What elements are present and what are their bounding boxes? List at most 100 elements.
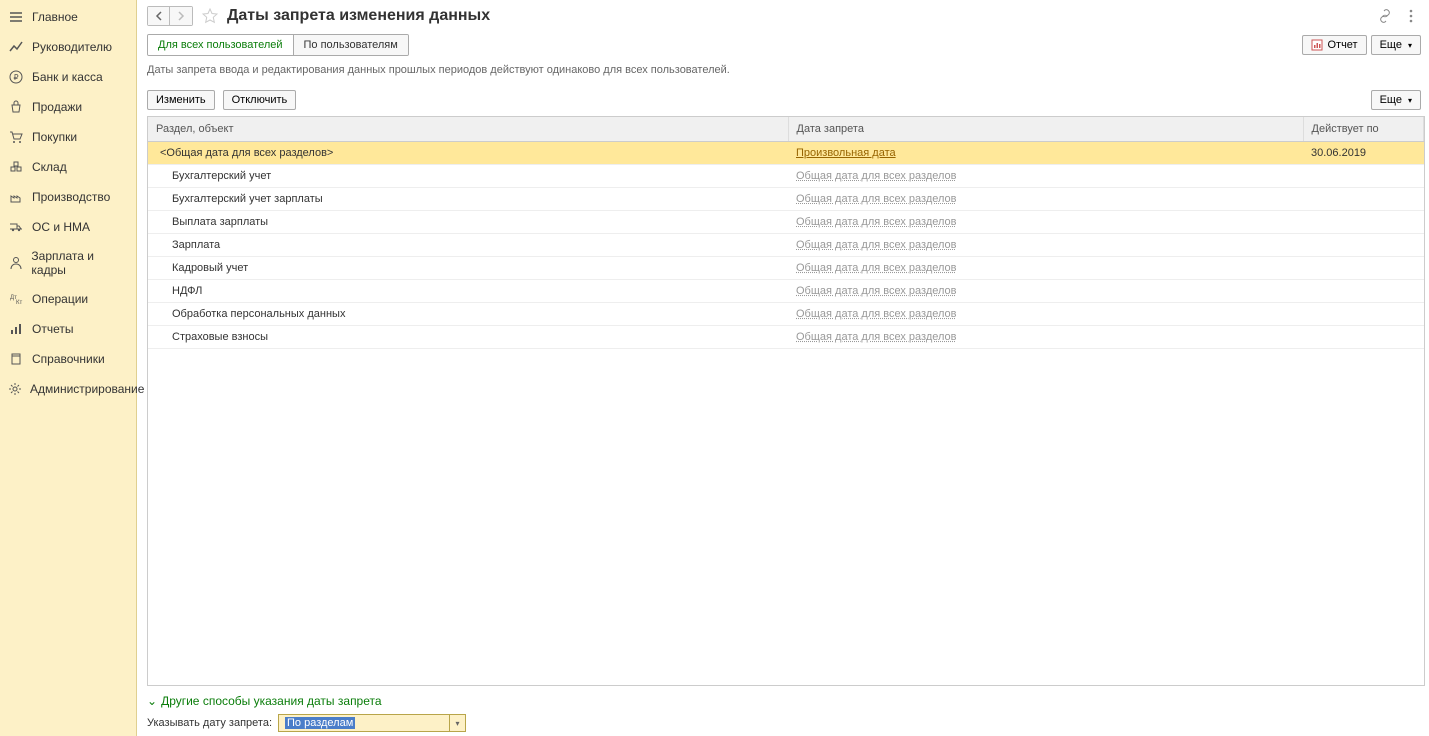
select-value: По разделам [279,715,449,731]
link-icon [1378,9,1392,23]
cell-valid [1303,326,1424,349]
book-icon [8,351,24,367]
sidebar-item-0[interactable]: Главное [0,2,136,32]
bag-icon [8,99,24,115]
disable-button[interactable]: Отключить [223,90,297,110]
cell-section: Обработка персональных данных [148,303,788,326]
collapse-toggle[interactable]: Другие способы указания даты запрета [147,694,1421,708]
column-header-section[interactable]: Раздел, объект [148,117,788,142]
cell-valid [1303,257,1424,280]
sidebar-item-label: Покупки [32,130,77,144]
chevron-down-icon[interactable]: ▾ [449,715,465,731]
sidebar-item-label: Справочники [32,352,105,366]
sidebar-item-label: Продажи [32,100,82,114]
sidebar-item-label: Банк и касса [32,70,103,84]
page-title: Даты запрета изменения данных [227,7,490,25]
table-container[interactable]: Раздел, объект Дата запрета Действует по… [147,116,1425,686]
date-link[interactable]: Общая дата для всех разделов [796,262,957,274]
date-link[interactable]: Общая дата для всех разделов [796,170,957,182]
date-link[interactable]: Произвольная дата [796,147,896,159]
gear-icon [8,381,22,397]
footer-label: Указывать дату запрета: [147,717,272,729]
more-button-top[interactable]: Еще [1371,35,1421,55]
cell-section: Бухгалтерский учет зарплаты [148,188,788,211]
tab-1[interactable]: По пользователям [294,35,408,55]
cell-valid: 30.06.2019 [1303,142,1424,165]
cell-section: Кадровый учет [148,257,788,280]
sidebar-item-5[interactable]: Склад [0,152,136,182]
sidebar-item-4[interactable]: Покупки [0,122,136,152]
menu-icon [8,9,24,25]
cell-date: Общая дата для всех разделов [788,280,1303,303]
cell-date: Общая дата для всех разделов [788,234,1303,257]
table-row[interactable]: Бухгалтерский учет Общая дата для всех ра… [148,165,1424,188]
sidebar-item-label: Администрирование [30,382,144,396]
sidebar-item-12[interactable]: Администрирование [0,374,136,404]
favorite-button[interactable] [201,7,219,25]
table-row[interactable]: Выплата зарплаты Общая дата для всех разд… [148,211,1424,234]
cell-date: Общая дата для всех разделов [788,188,1303,211]
disable-button-label: Отключить [232,94,288,106]
more-menu-button[interactable] [1401,6,1421,26]
table-row[interactable]: Бухгалтерский учет зарплаты Общая дата дл… [148,188,1424,211]
date-link[interactable]: Общая дата для всех разделов [796,331,957,343]
arrow-left-icon [154,11,164,21]
date-mode-select[interactable]: По разделам ▾ [278,714,466,732]
back-button[interactable] [148,7,170,25]
date-link[interactable]: Общая дата для всех разделов [796,193,957,205]
table-row[interactable]: Зарплата Общая дата для всех разделов [148,234,1424,257]
tabs-row: Для всех пользователейПо пользователям О… [147,32,1429,60]
sidebar-item-8[interactable]: Зарплата и кадры [0,242,136,284]
column-header-valid[interactable]: Действует по [1303,117,1424,142]
svg-text:₽: ₽ [13,73,18,82]
cell-section: Бухгалтерский учет [148,165,788,188]
date-link[interactable]: Общая дата для всех разделов [796,216,957,228]
more-button-top-label: Еще [1380,39,1402,51]
sidebar-item-6[interactable]: Производство [0,182,136,212]
sidebar-item-10[interactable]: Отчеты [0,314,136,344]
boxes-icon [8,159,24,175]
cell-valid [1303,188,1424,211]
cell-section: <Общая дата для всех разделов> [148,142,788,165]
sidebar-item-2[interactable]: ₽ Банк и касса [0,62,136,92]
factory-icon [8,189,24,205]
report-button[interactable]: Отчет [1302,35,1366,55]
sidebar-item-label: Руководителю [32,40,112,54]
column-header-date[interactable]: Дата запрета [788,117,1303,142]
edit-button[interactable]: Изменить [147,90,215,110]
sidebar-item-label: Операции [32,292,88,306]
cell-date: Общая дата для всех разделов [788,257,1303,280]
link-button[interactable] [1375,6,1395,26]
cell-section: Выплата зарплаты [148,211,788,234]
sidebar-item-7[interactable]: ОС и НМА [0,212,136,242]
table-row[interactable]: <Общая дата для всех разделов> Произвольн… [148,142,1424,165]
forward-button[interactable] [170,7,192,25]
cell-date: Общая дата для всех разделов [788,211,1303,234]
collapse-title-label: Другие способы указания даты запрета [161,694,381,708]
date-link[interactable]: Общая дата для всех разделов [796,308,957,320]
table-row[interactable]: Кадровый учет Общая дата для всех раздело… [148,257,1424,280]
cell-valid [1303,234,1424,257]
more-button-toolbar[interactable]: Еще [1371,90,1421,110]
date-link[interactable]: Общая дата для всех разделов [796,285,957,297]
sidebar-item-11[interactable]: Справочники [0,344,136,374]
cell-valid [1303,211,1424,234]
sidebar-item-1[interactable]: Руководителю [0,32,136,62]
sidebar-item-9[interactable]: ДтКт Операции [0,284,136,314]
table-row[interactable]: Обработка персональных данных Общая дата … [148,303,1424,326]
cart-icon [8,129,24,145]
arrow-right-icon [176,11,186,21]
sidebar-item-label: Склад [32,160,67,174]
sidebar-item-3[interactable]: Продажи [0,92,136,122]
cell-section: Зарплата [148,234,788,257]
person-icon [8,255,23,271]
chart-icon [8,321,24,337]
date-link[interactable]: Общая дата для всех разделов [796,239,957,251]
table-row[interactable]: НДФЛ Общая дата для всех разделов [148,280,1424,303]
cell-section: НДФЛ [148,280,788,303]
cell-date: Общая дата для всех разделов [788,303,1303,326]
tab-0[interactable]: Для всех пользователей [148,35,294,55]
table-row[interactable]: Страховые взносыОбщая дата для всех разд… [148,326,1424,349]
ops-icon: ДтКт [8,291,24,307]
sidebar-item-label: Главное [32,10,78,24]
